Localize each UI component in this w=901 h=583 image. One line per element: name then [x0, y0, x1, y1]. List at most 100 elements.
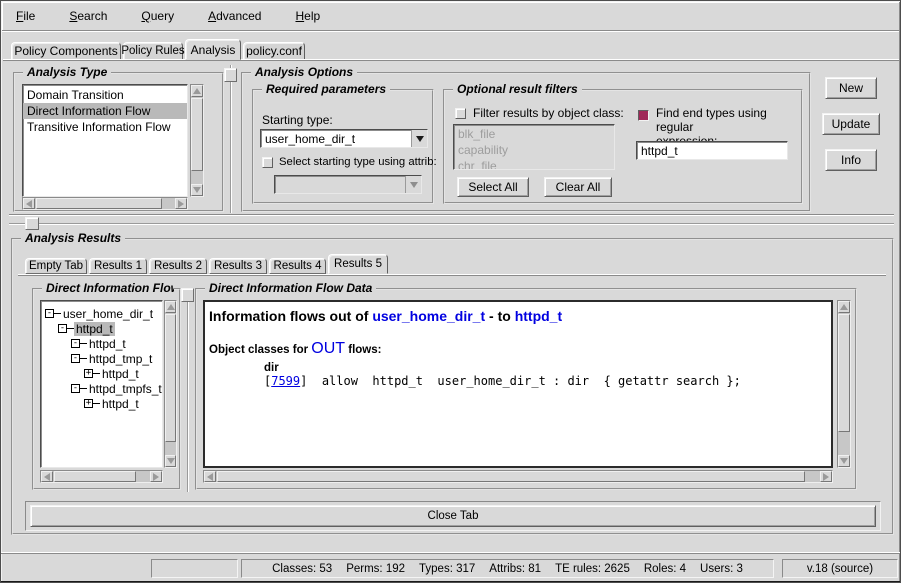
- scroll-up-icon[interactable]: [191, 85, 203, 97]
- menu-bar: File Search Query Advanced Help: [2, 2, 899, 31]
- clear-all-button[interactable]: Clear All: [544, 177, 612, 197]
- scroll-left-icon[interactable]: [23, 198, 35, 209]
- flow-tree-groupbox: Direct Information Flow T -user_home_dir…: [32, 288, 181, 490]
- update-button[interactable]: Update: [822, 113, 880, 135]
- attrib-combobox-value: [275, 176, 405, 193]
- list-item-transitive-information-flow[interactable]: Transitive Information Flow: [23, 119, 187, 135]
- stat-attribs: Attribs: 81: [489, 563, 541, 575]
- attrib-checkbox[interactable]: [262, 157, 273, 168]
- scrollbar-thumb[interactable]: [191, 98, 203, 171]
- flow-tree[interactable]: -user_home_dir_t -httpd_t -httpd_t -http…: [40, 300, 163, 468]
- analysis-type-vscrollbar[interactable]: [190, 84, 204, 197]
- tree-node[interactable]: -user_home_dir_t: [43, 306, 162, 321]
- tree-connector: [80, 388, 87, 389]
- tab-results-1[interactable]: Results 1: [89, 258, 147, 274]
- tree-node[interactable]: -httpd_tmpfs_t: [43, 381, 162, 396]
- tree-connector: [67, 328, 74, 329]
- flow-data-textarea[interactable]: Information flows out of user_home_dir_t…: [203, 300, 833, 468]
- scrollbar-thumb[interactable]: [838, 314, 850, 432]
- menu-query[interactable]: Query: [137, 7, 178, 25]
- attrib-checkbox-row[interactable]: Select starting type using attrib:: [262, 156, 437, 168]
- tab-results-5[interactable]: Results 5: [328, 254, 388, 274]
- flow-tree-hscrollbar[interactable]: [40, 470, 163, 483]
- object-class-listbox: blk_file capability chr_file: [453, 124, 615, 170]
- tree-connector: [80, 343, 87, 344]
- tree-node[interactable]: -httpd_tmp_t: [43, 351, 162, 366]
- scroll-down-icon[interactable]: [191, 184, 203, 196]
- info-button[interactable]: Info: [825, 149, 877, 171]
- sash-handle[interactable]: [25, 217, 39, 230]
- scrollbar-thumb[interactable]: [217, 471, 805, 482]
- regex-checkbox[interactable]: [638, 110, 649, 121]
- results-page-edge: [18, 274, 886, 276]
- scroll-up-icon[interactable]: [165, 301, 176, 313]
- collapse-icon[interactable]: -: [58, 324, 67, 333]
- tree-node[interactable]: -httpd_t: [43, 321, 162, 336]
- tab-policy-rules[interactable]: Policy Rules: [123, 42, 183, 60]
- scroll-right-icon[interactable]: [175, 198, 187, 209]
- scrollbar-thumb[interactable]: [36, 198, 162, 209]
- tab-results-3[interactable]: Results 3: [209, 258, 267, 274]
- filter-by-class-checkbox[interactable]: [455, 108, 466, 119]
- menu-advanced[interactable]: Advanced: [204, 7, 265, 25]
- menu-file[interactable]: File: [12, 7, 39, 25]
- expand-icon[interactable]: +: [84, 399, 93, 408]
- tab-policy-components[interactable]: Policy Components: [11, 42, 121, 60]
- status-empty-box: [151, 559, 238, 578]
- scroll-left-icon[interactable]: [41, 471, 53, 482]
- collapse-icon[interactable]: -: [71, 354, 80, 363]
- filter-by-class-row[interactable]: Filter results by object class:: [455, 106, 624, 120]
- scrollbar-thumb[interactable]: [54, 471, 136, 482]
- flow-data-title: Direct Information Flow Data: [205, 281, 376, 295]
- collapse-icon[interactable]: -: [71, 339, 80, 348]
- sash-handle[interactable]: [224, 68, 237, 82]
- list-item-direct-information-flow[interactable]: Direct Information Flow: [23, 103, 187, 119]
- app-window: File Search Query Advanced Help Policy C…: [0, 0, 901, 583]
- scroll-up-icon[interactable]: [838, 301, 850, 313]
- menu-search[interactable]: Search: [65, 7, 111, 25]
- rule-number-link[interactable]: 7599: [271, 374, 300, 388]
- source-type: user_home_dir_t: [372, 308, 485, 324]
- stat-te-rules: TE rules: 2625: [555, 563, 630, 575]
- select-all-button[interactable]: Select All: [457, 177, 529, 197]
- results-vertical-sash[interactable]: [187, 288, 189, 492]
- horizontal-sash[interactable]: [9, 223, 894, 225]
- tree-node[interactable]: +httpd_t: [43, 366, 162, 381]
- vertical-sash[interactable]: [230, 65, 232, 213]
- close-tab-button[interactable]: Close Tab: [30, 505, 876, 527]
- collapse-icon[interactable]: -: [45, 309, 54, 318]
- scroll-right-icon[interactable]: [150, 471, 162, 482]
- collapse-icon[interactable]: -: [71, 384, 80, 393]
- tab-policy-conf[interactable]: policy.conf: [243, 42, 305, 60]
- tab-results-4[interactable]: Results 4: [269, 258, 326, 274]
- flow-data-vscrollbar[interactable]: [837, 300, 851, 468]
- filter-by-class-label: Filter results by object class:: [473, 106, 624, 120]
- object-class-item: capability: [454, 142, 614, 158]
- analysis-type-hscrollbar[interactable]: [22, 197, 188, 210]
- scrollbar-thumb[interactable]: [165, 314, 176, 442]
- analysis-type-listbox[interactable]: Domain Transition Direct Information Flo…: [22, 84, 188, 197]
- list-item-domain-transition[interactable]: Domain Transition: [23, 87, 187, 103]
- tab-empty-tab[interactable]: Empty Tab: [25, 258, 87, 274]
- menu-help[interactable]: Help: [291, 7, 324, 25]
- scroll-down-icon[interactable]: [165, 455, 176, 467]
- analysis-results-groupbox: Analysis Results Empty Tab Results 1 Res…: [11, 238, 894, 535]
- scroll-right-icon[interactable]: [820, 471, 832, 482]
- tree-node[interactable]: +httpd_t: [43, 396, 162, 411]
- flow-tree-vscrollbar[interactable]: [164, 300, 177, 468]
- chevron-down-icon: [405, 176, 421, 193]
- flow-data-hscrollbar[interactable]: [203, 470, 833, 483]
- new-button[interactable]: New: [825, 77, 877, 99]
- starting-type-combobox[interactable]: user_home_dir_t: [260, 129, 428, 148]
- rule-line: [7599] allow httpd_t user_home_dir_t : d…: [209, 374, 827, 388]
- flow-data-groupbox: Direct Information Flow Data Information…: [195, 288, 857, 490]
- regex-input[interactable]: httpd_t: [636, 141, 788, 160]
- sash-handle[interactable]: [181, 288, 194, 302]
- scroll-down-icon[interactable]: [838, 455, 850, 467]
- scroll-left-icon[interactable]: [204, 471, 216, 482]
- expand-icon[interactable]: +: [84, 369, 93, 378]
- tree-node[interactable]: -httpd_t: [43, 336, 162, 351]
- tab-analysis[interactable]: Analysis: [185, 39, 241, 60]
- chevron-down-icon[interactable]: [411, 130, 427, 147]
- tab-results-2[interactable]: Results 2: [149, 258, 207, 274]
